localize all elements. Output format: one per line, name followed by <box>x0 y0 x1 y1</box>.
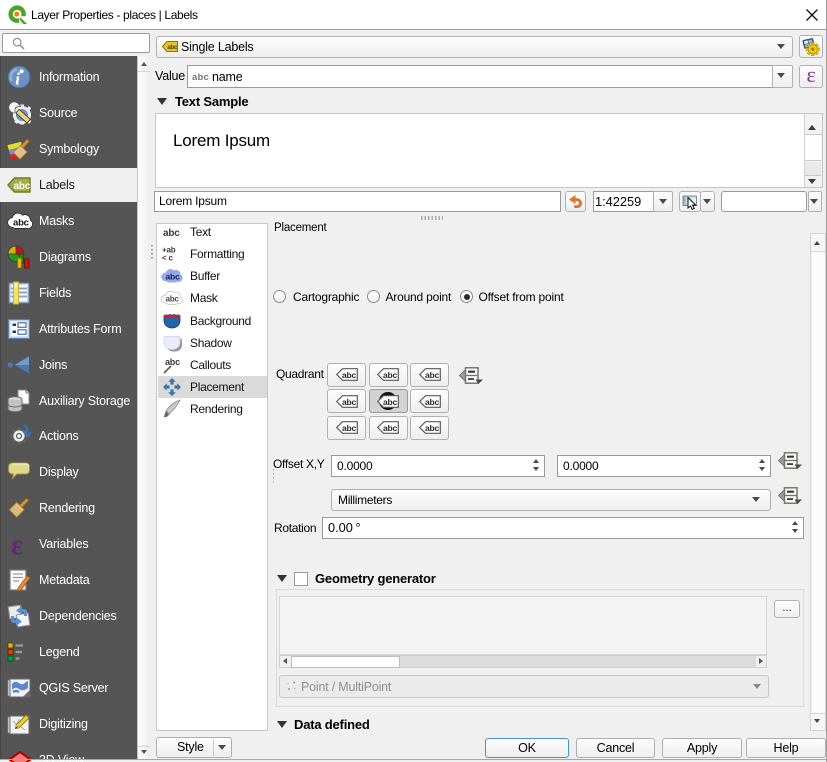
svg-text:abc: abc <box>342 397 357 407</box>
svg-text:abc: abc <box>383 423 398 433</box>
svg-text:i: i <box>15 70 20 89</box>
svg-text:abc: abc <box>166 272 181 282</box>
svg-text:abc: abc <box>167 45 178 51</box>
svg-text:abc: abc <box>163 228 180 239</box>
svg-text:abc: abc <box>165 357 180 367</box>
svg-text:abc: abc <box>166 295 180 304</box>
svg-text:abc: abc <box>13 217 29 228</box>
svg-text:abc: abc <box>342 423 357 433</box>
svg-text:abc: abc <box>425 423 440 433</box>
svg-text:abc: abc <box>425 370 440 380</box>
svg-text:abc: abc <box>383 397 398 407</box>
svg-text:< c: < c <box>162 254 173 263</box>
svg-text:abc: abc <box>383 370 398 380</box>
svg-text:abc: abc <box>425 397 440 407</box>
svg-text:abc: abc <box>342 370 357 380</box>
svg-text:abc: abc <box>14 181 31 192</box>
svg-text:ε: ε <box>11 532 23 556</box>
